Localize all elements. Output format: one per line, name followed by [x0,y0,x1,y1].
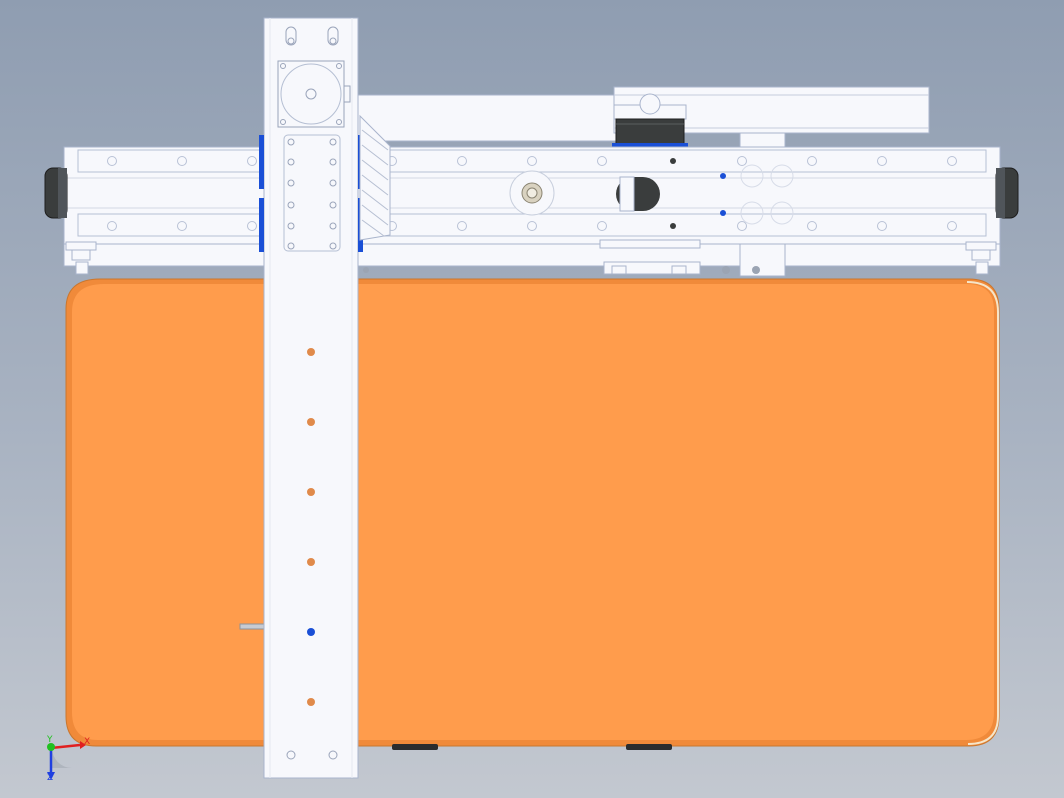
cad-model-view[interactable] [0,0,1064,798]
side-pin [239,623,267,630]
work-plate[interactable] [65,278,1000,747]
cad-viewport[interactable]: X Y Z [0,0,1064,798]
column-stepper-motor[interactable] [277,60,351,128]
lower-frame-strip[interactable] [63,243,1001,267]
motor-shaft-opening [616,176,660,212]
triad-y-label: Y [47,735,53,745]
triad-z-label: Z [47,773,54,783]
upper-beam[interactable] [357,94,621,142]
idler-pulley[interactable] [509,170,555,216]
right-end-wheel[interactable] [995,167,1019,219]
gantry-column[interactable] [263,17,359,779]
left-end-wheel[interactable] [44,167,68,219]
carriage-plate[interactable] [283,134,341,252]
triad-x-label: X [84,737,91,747]
